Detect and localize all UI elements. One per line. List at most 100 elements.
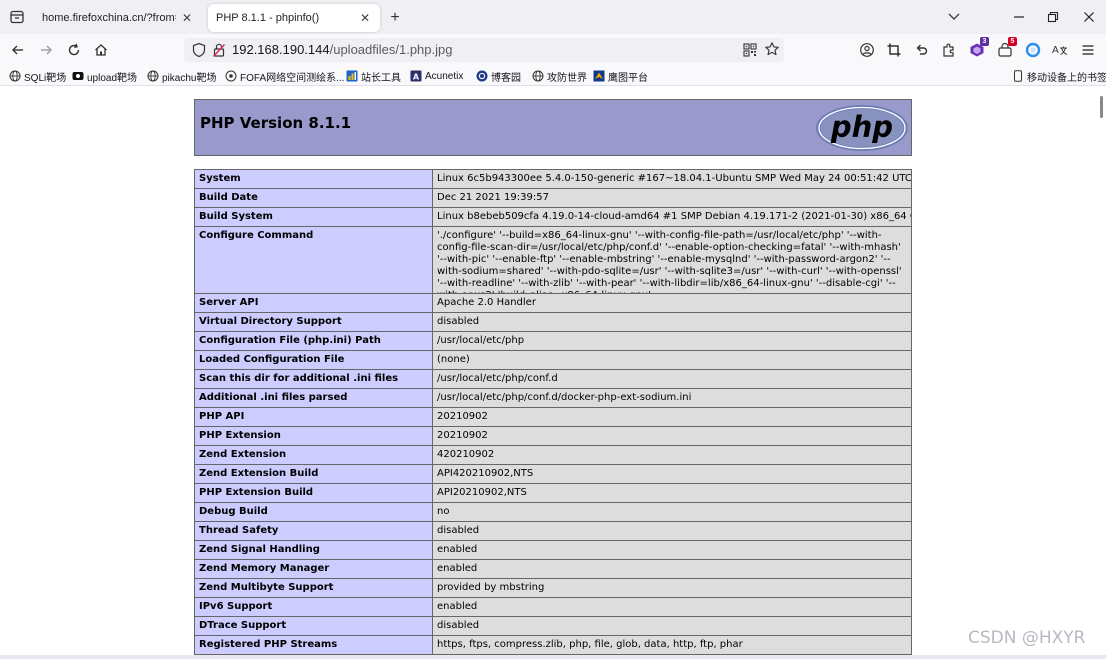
tab-strip: home.firefoxchina.cn/?from=extr ✕ PHP 8.… [0,0,1106,34]
window-close-icon[interactable] [1080,8,1098,26]
url-text[interactable]: 192.168.190.144/uploadfiles/1.php.jpg [232,42,452,57]
home-icon[interactable] [92,41,110,59]
mobile-device-icon [1014,70,1022,82]
bookmark-mobile[interactable]: 移动设备上的书签 [1012,68,1106,84]
forward-arrow-icon[interactable] [37,41,55,59]
ext-red-icon[interactable]: 5 [996,37,1017,59]
bookmark-adworld[interactable]: 攻防世界 [532,68,587,84]
bookmark-upload[interactable]: upload靶场 [72,68,137,84]
acunetix-icon: A [410,70,422,82]
table-row: System Linux 6c5b943300ee 5.4.0-150-gener… [194,169,912,189]
hamburger-menu-icon[interactable] [1079,41,1097,59]
row-key: Zend Multibyte Support [194,579,433,597]
row-key: Zend Extension [194,446,433,464]
back-arrow-icon[interactable] [9,41,27,59]
bookmark-label: pikachu靶场 [162,72,217,84]
row-key: DTrace Support [194,617,433,635]
restore-icon[interactable] [1044,8,1062,26]
ext-translate-icon[interactable]: A [1051,41,1069,59]
table-row: Zend Extension Build API420210902,NTS [194,465,912,484]
ext-red-badge: 5 [1008,37,1017,46]
close-icon[interactable]: ✕ [180,11,194,25]
table-row: Zend Multibyte Support provided by mbstri… [194,579,912,598]
undo-close-tab-icon[interactable] [912,41,930,59]
minimize-icon[interactable] [1010,8,1028,26]
reload-icon[interactable] [65,41,83,59]
svg-text:A: A [413,72,420,81]
row-value: 420210902 [433,446,912,464]
php-logo-text: php [830,110,893,144]
row-value: provided by mbstring [433,579,912,597]
row-key: PHP Extension Build [194,484,433,502]
row-key: Scan this dir for additional .ini files [194,370,433,388]
table-row: IPv6 Support enabled [194,598,912,617]
account-icon[interactable] [858,41,876,59]
row-value: https, ftps, compress.zlib, php, file, g… [433,636,912,654]
tab-phpinfo[interactable]: PHP 8.1.1 - phpinfo() ✕ [208,4,380,32]
row-value: API420210902,NTS [433,465,912,483]
bookmark-label: 移动设备上的书签 [1027,72,1106,84]
qr-code-icon[interactable] [742,42,758,58]
chinaz-icon [346,70,358,82]
row-key: Loaded Configuration File [194,351,433,369]
chevron-down-icon[interactable] [946,10,962,24]
table-row: Configure Command './configure' '--build=… [194,227,912,294]
bookmark-pikachu[interactable]: pikachu靶场 [147,68,216,84]
row-key: IPv6 Support [194,598,433,616]
row-value: /usr/local/etc/php [433,332,912,350]
tab-list-icon[interactable] [8,8,26,26]
table-row: PHP Extension 20210902 [194,427,912,446]
row-key: Build System [194,208,433,226]
table-row: Debug Build no [194,503,912,522]
bookmark-hunter[interactable]: 鹰图平台 [593,68,648,84]
globe-icon [147,70,159,82]
ext-purple-badge: 3 [980,37,989,46]
bookmark-label: SQLi靶场 [24,72,67,84]
row-value: /usr/local/etc/php/conf.d [433,370,912,388]
ext-purple-icon[interactable]: 3 [968,37,989,59]
table-row: Thread Safety disabled [194,522,912,541]
new-tab-plus-icon[interactable]: + [386,9,404,27]
row-value: no [433,503,912,521]
row-key: PHP API [194,408,433,426]
tab-firefoxchina[interactable]: home.firefoxchina.cn/?from=extr ✕ [34,4,202,32]
bookmark-chinaz[interactable]: 站长工具 [346,68,401,84]
bookmark-cnblogs[interactable]: 博客园 [476,68,521,84]
row-value: disabled [433,617,912,635]
row-key: Build Date [194,189,433,207]
bookmark-sqli[interactable]: SQLi靶场 [9,68,66,84]
table-row: Build Date Dec 21 2021 19:39:57 [194,189,912,208]
table-row: Zend Memory Manager enabled [194,560,912,579]
row-value: enabled [433,541,912,559]
bottom-border [0,655,1106,659]
row-value: Dec 21 2021 19:39:57 [433,189,912,207]
insecure-lock-icon[interactable] [212,42,226,58]
bookmark-fofa[interactable]: FOFA网络空间测绘系... [225,68,344,84]
table-row: Build System Linux b8ebeb509cfa 4.19.0-14… [194,208,912,227]
extensions-puzzle-icon[interactable] [940,41,958,59]
php-logo[interactable]: php [815,104,909,152]
table-row: Scan this dir for additional .ini files /… [194,370,912,389]
row-key: Additional .ini files parsed [194,389,433,407]
table-row: Virtual Directory Support disabled [194,313,912,332]
bookmark-label: 鹰图平台 [608,72,648,84]
crop-screenshot-icon[interactable] [885,41,903,59]
table-row: Zend Signal Handling enabled [194,541,912,560]
table-row: Server API Apache 2.0 Handler [194,294,912,313]
row-key: Debug Build [194,503,433,521]
row-key: Zend Memory Manager [194,560,433,578]
row-value: disabled [433,522,912,540]
row-value: (none) [433,351,912,369]
browser-window: home.firefoxchina.cn/?from=extr ✕ PHP 8.… [0,0,1106,659]
table-row: DTrace Support disabled [194,617,912,636]
shield-icon[interactable] [192,42,206,58]
close-icon[interactable]: ✕ [358,11,372,25]
bookmark-acunetix[interactable]: A Acunetix [410,68,463,84]
vertical-scrollbar-thumb[interactable] [1100,96,1103,118]
tab-title: PHP 8.1.1 - phpinfo() [216,12,320,24]
bookmark-label: 博客园 [491,72,521,84]
bookmark-label: Acunetix [425,70,464,82]
ext-blue-circle-icon[interactable] [1024,41,1042,59]
row-value: Apache 2.0 Handler [433,294,912,312]
bookmark-star-icon[interactable] [764,41,780,57]
